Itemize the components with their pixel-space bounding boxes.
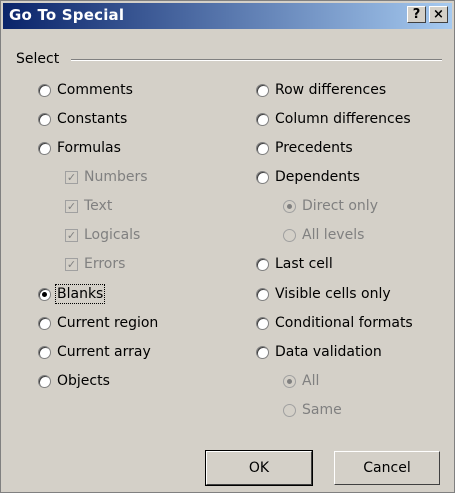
radio-icon[interactable] xyxy=(38,345,51,359)
group-divider xyxy=(71,59,442,61)
radio-icon[interactable] xyxy=(256,316,269,330)
option-label: Logicals xyxy=(84,227,141,243)
radio-formulas[interactable]: Formulas xyxy=(38,140,121,156)
option-label: Conditional formats xyxy=(275,315,413,331)
radio-icon[interactable] xyxy=(256,257,269,271)
radio-data-validation[interactable]: Data validation xyxy=(256,344,382,360)
radio-blanks[interactable]: Blanks xyxy=(38,284,106,304)
radio-icon[interactable] xyxy=(256,287,269,301)
checkmark-icon[interactable]: ✓ xyxy=(65,257,78,271)
radio-current-array[interactable]: Current array xyxy=(38,344,151,360)
select-group-label: Select xyxy=(16,51,60,67)
radio-icon[interactable] xyxy=(283,199,296,213)
option-label: Row differences xyxy=(275,82,387,98)
option-label: Errors xyxy=(84,256,126,272)
ok-button[interactable]: OK xyxy=(205,450,313,486)
close-button[interactable]: × xyxy=(429,6,448,23)
option-label: Blanks xyxy=(54,284,106,304)
option-label: Last cell xyxy=(275,256,333,272)
radio-icon[interactable] xyxy=(283,374,296,388)
radio-validation-same[interactable]: Same xyxy=(283,402,342,418)
option-label: Constants xyxy=(57,111,128,127)
option-label: Precedents xyxy=(275,140,353,156)
radio-icon[interactable] xyxy=(256,170,269,184)
go-to-special-dialog: Go To Special ? × Select Comments Consta… xyxy=(0,0,455,493)
radio-icon[interactable] xyxy=(283,228,296,242)
radio-icon[interactable] xyxy=(38,141,51,155)
radio-icon[interactable] xyxy=(38,316,51,330)
radio-icon[interactable] xyxy=(256,83,269,97)
radio-visible-cells-only[interactable]: Visible cells only xyxy=(256,286,391,302)
option-label: Current array xyxy=(57,344,151,360)
option-label: All levels xyxy=(302,227,365,243)
option-label: Objects xyxy=(57,373,110,389)
checkmark-icon[interactable]: ✓ xyxy=(65,170,78,184)
radio-icon[interactable] xyxy=(256,345,269,359)
radio-last-cell[interactable]: Last cell xyxy=(256,256,333,272)
option-label: Visible cells only xyxy=(275,286,391,302)
radio-icon[interactable] xyxy=(256,112,269,126)
cancel-button[interactable]: Cancel xyxy=(334,451,440,485)
radio-constants[interactable]: Constants xyxy=(38,111,127,127)
radio-objects[interactable]: Objects xyxy=(38,373,110,389)
radio-precedents[interactable]: Precedents xyxy=(256,140,353,156)
option-label: Formulas xyxy=(57,140,121,156)
option-label: Direct only xyxy=(302,198,378,214)
option-label: Numbers xyxy=(84,169,148,185)
option-label: Comments xyxy=(57,82,133,98)
dialog-title: Go To Special xyxy=(9,6,125,24)
option-label: Column differences xyxy=(275,111,411,127)
option-label: Same xyxy=(302,402,342,418)
radio-icon[interactable] xyxy=(38,112,51,126)
option-label: Data validation xyxy=(275,344,382,360)
radio-direct-only[interactable]: Direct only xyxy=(283,198,378,214)
option-label: Dependents xyxy=(275,169,360,185)
checkmark-icon[interactable]: ✓ xyxy=(65,228,78,242)
radio-icon[interactable] xyxy=(38,83,51,97)
radio-validation-all[interactable]: All xyxy=(283,373,319,389)
checkbox-logicals[interactable]: ✓ Logicals xyxy=(65,227,140,243)
checkbox-numbers[interactable]: ✓ Numbers xyxy=(65,169,148,185)
radio-icon[interactable] xyxy=(283,403,296,417)
checkbox-text[interactable]: ✓ Text xyxy=(65,198,112,214)
option-label: Current region xyxy=(57,315,159,331)
checkmark-icon[interactable]: ✓ xyxy=(65,199,78,213)
radio-column-differences[interactable]: Column differences xyxy=(256,111,411,127)
option-label: All xyxy=(302,373,320,389)
radio-dependents[interactable]: Dependents xyxy=(256,169,360,185)
radio-icon[interactable] xyxy=(38,287,51,301)
radio-conditional-formats[interactable]: Conditional formats xyxy=(256,315,413,331)
checkbox-errors[interactable]: ✓ Errors xyxy=(65,256,125,272)
radio-current-region[interactable]: Current region xyxy=(38,315,158,331)
radio-row-differences[interactable]: Row differences xyxy=(256,82,386,98)
radio-icon[interactable] xyxy=(38,374,51,388)
radio-all-levels[interactable]: All levels xyxy=(283,227,364,243)
help-button[interactable]: ? xyxy=(407,6,426,23)
radio-icon[interactable] xyxy=(256,141,269,155)
radio-comments[interactable]: Comments xyxy=(38,82,133,98)
option-label: Text xyxy=(84,198,113,214)
title-bar[interactable]: Go To Special ? × xyxy=(3,3,452,29)
